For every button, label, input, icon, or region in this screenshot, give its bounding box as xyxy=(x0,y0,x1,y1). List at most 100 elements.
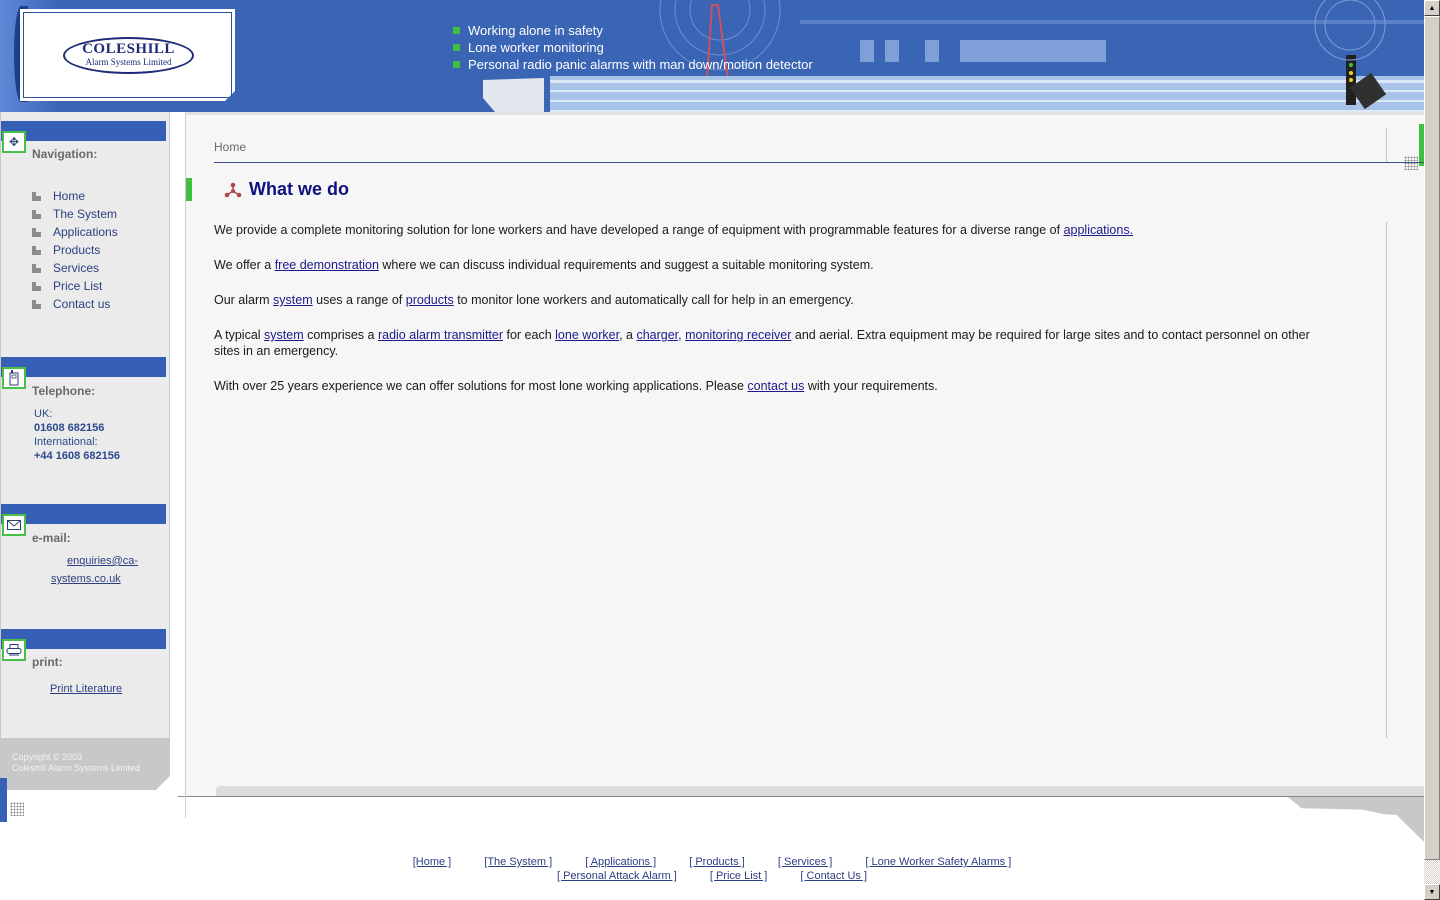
envelope-icon xyxy=(2,514,26,536)
radio-alarm-transmitter-link[interactable]: radio alarm transmitter xyxy=(378,328,503,342)
green-bullet-icon xyxy=(453,61,460,68)
dot-grid-decoration xyxy=(10,802,24,816)
page-bullet-icon xyxy=(32,209,41,219)
copyright-company: Coleshill Alarm Systems Limited xyxy=(12,763,141,773)
footer-links: [Home ] [The System ] [ Applications ] [… xyxy=(0,855,1424,883)
copyright-line: Copyright © 2003 xyxy=(12,752,83,762)
page-bullet-icon xyxy=(32,299,41,309)
charger-link[interactable]: charger, xyxy=(636,328,681,342)
nav-item-services[interactable]: Services xyxy=(32,259,118,277)
applications-link[interactable]: applications. xyxy=(1064,223,1134,237)
lone-worker-link[interactable]: lone worker xyxy=(555,328,619,342)
footer-row: [ Personal Attack Alarm ] [ Price List ]… xyxy=(0,869,1424,883)
mobile-phone-icon xyxy=(2,367,26,389)
page-heading: What we do xyxy=(249,179,349,199)
scrollbar-track[interactable] xyxy=(1424,860,1440,884)
footer-link-services[interactable]: [ Services ] xyxy=(778,856,832,868)
dot-grid-decoration xyxy=(1404,156,1418,170)
free-demonstration-link[interactable]: free demonstration xyxy=(275,258,379,272)
nav-item-home[interactable]: Home xyxy=(32,187,118,205)
green-bullet-icon xyxy=(453,44,460,51)
paragraph: Our alarm system uses a range of product… xyxy=(214,293,854,307)
company-logo[interactable]: COLESHILL Alarm Systems Limited xyxy=(20,9,235,101)
vertical-guide xyxy=(185,796,186,818)
bottom-divider xyxy=(178,796,1424,797)
nav-item-contact-us[interactable]: Contact us xyxy=(32,295,118,313)
sidebar: ✥ Navigation: Home The System Applicatio… xyxy=(0,112,170,738)
vertical-divider xyxy=(1386,128,1387,162)
header-banner: Working alone in safety Lone worker moni… xyxy=(0,0,1424,112)
arrow-up-icon: ▲ xyxy=(1428,4,1436,12)
bottom-shade xyxy=(216,786,1424,796)
navigation-title: Navigation: xyxy=(32,147,98,161)
footer-link-applications[interactable]: [ Applications ] xyxy=(585,856,656,868)
footer-link-the-system[interactable]: [The System ] xyxy=(484,856,552,868)
page-bullet-icon xyxy=(32,191,41,201)
footer-row: [Home ] [The System ] [ Applications ] [… xyxy=(0,855,1424,869)
logo-corner xyxy=(225,91,235,101)
uk-phone-number: 01608 682156 xyxy=(34,422,105,434)
contact-us-link[interactable]: contact us xyxy=(747,379,804,393)
international-label: International: xyxy=(34,436,98,448)
tagline: Working alone in safety xyxy=(453,22,813,39)
footer-link-products[interactable]: [ Products ] xyxy=(689,856,745,868)
heading-marker xyxy=(186,178,192,201)
scroll-up-button[interactable]: ▲ xyxy=(1424,0,1440,16)
international-phone-number: +44 1608 682156 xyxy=(34,450,120,462)
main-content-panel: Home What we do We provide a complete mo… xyxy=(185,112,1424,796)
blue-tab-decoration xyxy=(0,778,7,822)
network-nodes-icon xyxy=(224,182,242,197)
nav-item-price-list[interactable]: Price List xyxy=(32,277,118,295)
content-body: We provide a complete monitoring solutio… xyxy=(214,222,1324,413)
web-page: Working alone in safety Lone worker moni… xyxy=(0,0,1424,900)
arrow-down-icon: ▼ xyxy=(1428,888,1436,896)
footer-link-contact-us[interactable]: [ Contact Us ] xyxy=(800,870,867,882)
tagline-list: Working alone in safety Lone worker moni… xyxy=(453,22,813,73)
uk-label: UK: xyxy=(34,408,53,420)
logo-name: COLESHILL xyxy=(82,41,175,57)
logo-subtitle: Alarm Systems Limited xyxy=(85,57,172,67)
copyright-box: Copyright © 2003 Coleshill Alarm Systems… xyxy=(0,738,170,790)
logo-oval: COLESHILL Alarm Systems Limited xyxy=(63,37,194,74)
nav-item-products[interactable]: Products xyxy=(32,241,118,259)
email-title: e-mail: xyxy=(32,531,71,545)
move-arrows-icon: ✥ xyxy=(2,131,26,153)
vertical-scrollbar[interactable]: ▲ ▼ xyxy=(1424,0,1440,900)
paragraph: We offer a free demonstration where we c… xyxy=(214,258,874,272)
printer-icon xyxy=(2,639,26,661)
email-link[interactable]: enquiries@ca-systems.co.uk xyxy=(51,552,151,588)
paragraph: With over 25 years experience we can off… xyxy=(214,379,938,393)
green-bullet-icon xyxy=(453,27,460,34)
telephone-title: Telephone: xyxy=(32,384,96,398)
page-bullet-icon xyxy=(32,245,41,255)
paragraph: We provide a complete monitoring solutio… xyxy=(214,223,1134,237)
vertical-divider xyxy=(1386,222,1387,738)
telephone-details: UK: 01608 682156 International: +44 1608… xyxy=(34,407,120,463)
scroll-down-button[interactable]: ▼ xyxy=(1424,884,1440,900)
breadcrumb: Home xyxy=(214,140,247,154)
top-strip xyxy=(186,112,1424,115)
section-heading: What we do xyxy=(224,179,349,200)
nav-item-applications[interactable]: Applications xyxy=(32,223,118,241)
page-bullet-icon xyxy=(32,263,41,273)
breadcrumb-divider xyxy=(214,162,1424,163)
page-bullet-icon xyxy=(32,227,41,237)
copyright-corner xyxy=(156,776,170,790)
footer-link-lone-worker-safety-alarms[interactable]: [ Lone Worker Safety Alarms ] xyxy=(865,856,1011,868)
system-link[interactable]: system xyxy=(273,293,313,307)
print-title: print: xyxy=(32,655,63,669)
footer-link-price-list[interactable]: [ Price List ] xyxy=(710,870,767,882)
page-bullet-icon xyxy=(32,281,41,291)
shadow-decoration xyxy=(1288,797,1424,842)
paragraph: A typical system comprises a radio alarm… xyxy=(214,328,1310,358)
system-link[interactable]: system xyxy=(264,328,304,342)
scrollbar-thumb[interactable] xyxy=(1424,16,1440,860)
footer-link-home[interactable]: [Home ] xyxy=(413,856,452,868)
footer-link-personal-attack-alarm[interactable]: [ Personal Attack Alarm ] xyxy=(557,870,677,882)
navigation-list: Home The System Applications Products Se… xyxy=(32,187,118,313)
tagline: Lone worker monitoring xyxy=(453,39,813,56)
nav-item-the-system[interactable]: The System xyxy=(32,205,118,223)
products-link[interactable]: products xyxy=(406,293,454,307)
monitoring-receiver-link[interactable]: monitoring receiver xyxy=(685,328,791,342)
print-literature-link[interactable]: Print Literature xyxy=(50,683,122,695)
